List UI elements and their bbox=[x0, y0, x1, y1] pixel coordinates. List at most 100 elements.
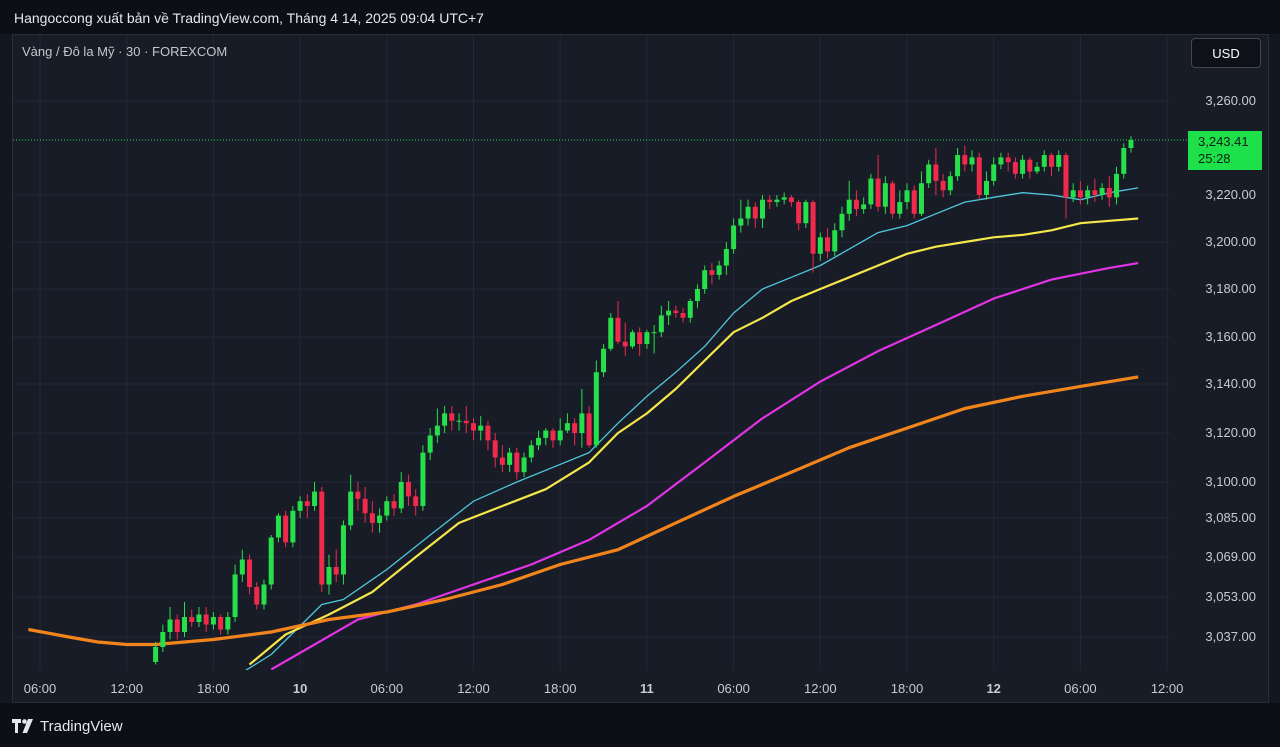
candle-body bbox=[593, 372, 599, 446]
candle bbox=[543, 428, 549, 446]
candle-body bbox=[189, 617, 195, 622]
last-price-value: 3,243.41 bbox=[1198, 134, 1249, 149]
price-axis-label: 3,037.00 bbox=[1205, 629, 1256, 644]
candle bbox=[839, 206, 845, 238]
candle bbox=[557, 418, 563, 446]
candle bbox=[608, 313, 614, 352]
candle-body bbox=[312, 491, 318, 506]
candle-body bbox=[449, 413, 455, 421]
time-axis-label: 06:00 bbox=[717, 681, 750, 696]
candle bbox=[694, 284, 700, 309]
candle-body bbox=[218, 617, 224, 630]
candle-body bbox=[398, 482, 404, 509]
candle-body bbox=[362, 498, 368, 514]
candle-body bbox=[369, 513, 375, 523]
candle-body bbox=[615, 317, 621, 342]
candle bbox=[998, 152, 1004, 170]
candle-body bbox=[182, 617, 187, 632]
candle-body bbox=[1005, 157, 1011, 163]
time-axis[interactable]: 06:00 12:00 18:00 10 06:00 12:00 18:00 11 06:00 1… bbox=[24, 681, 1184, 696]
candle-body bbox=[557, 430, 563, 441]
candle-body bbox=[391, 501, 397, 509]
bar-countdown: 25:28 bbox=[1198, 151, 1231, 166]
candle-body bbox=[1049, 155, 1054, 167]
candle bbox=[304, 494, 310, 518]
candle bbox=[933, 148, 939, 195]
candle-body bbox=[658, 315, 664, 333]
candle bbox=[926, 159, 932, 188]
candle bbox=[319, 486, 325, 592]
candle bbox=[196, 607, 202, 627]
candle-body bbox=[680, 313, 686, 318]
candle bbox=[673, 305, 679, 318]
candle bbox=[1063, 152, 1069, 219]
candle bbox=[991, 157, 997, 186]
candle bbox=[651, 325, 657, 354]
candle-body bbox=[290, 510, 296, 543]
candle bbox=[384, 496, 390, 521]
candle bbox=[738, 199, 744, 233]
price-axis-label: 3,180.00 bbox=[1205, 281, 1256, 296]
candle-body bbox=[225, 617, 231, 630]
candle bbox=[239, 549, 245, 582]
candle bbox=[449, 406, 455, 431]
candle-body bbox=[760, 199, 765, 219]
time-axis-label: 12:00 bbox=[457, 681, 490, 696]
candle bbox=[1034, 162, 1040, 174]
candle bbox=[261, 579, 267, 610]
candle bbox=[369, 501, 375, 533]
candle-body bbox=[239, 559, 245, 575]
candle-body bbox=[160, 632, 166, 647]
price-axis-label: 3,069.00 bbox=[1205, 549, 1256, 564]
candle bbox=[1077, 180, 1083, 205]
candle bbox=[528, 440, 534, 463]
candle bbox=[478, 415, 484, 441]
candle bbox=[340, 520, 346, 585]
price-chart[interactable]: 3,260.00 3,220.00 3,200.00 3,180.00 3,160.00… bbox=[0, 0, 1280, 747]
candle bbox=[232, 564, 238, 622]
candle-body bbox=[644, 332, 650, 345]
candle bbox=[745, 199, 751, 226]
candle bbox=[355, 482, 361, 511]
candle-body bbox=[210, 617, 216, 625]
candle-body bbox=[1063, 155, 1069, 198]
candle bbox=[225, 612, 231, 635]
candle bbox=[709, 263, 715, 285]
candle bbox=[658, 305, 664, 337]
price-axis-label: 3,260.00 bbox=[1205, 93, 1256, 108]
candle-body bbox=[745, 206, 751, 219]
candle bbox=[348, 474, 354, 531]
candle bbox=[507, 447, 513, 473]
candle-body bbox=[933, 164, 939, 181]
time-axis-label: 18:00 bbox=[544, 681, 577, 696]
candle bbox=[492, 433, 498, 468]
price-axis[interactable]: 3,260.00 3,220.00 3,200.00 3,180.00 3,160.00… bbox=[1205, 93, 1256, 644]
candle-body bbox=[666, 310, 672, 316]
candle-body bbox=[507, 452, 513, 465]
symbol-label[interactable]: Vàng / Đô la Mỹ · 30 · FOREXCOM bbox=[22, 44, 227, 59]
candle bbox=[442, 406, 448, 433]
candle-body bbox=[803, 202, 809, 224]
currency-button[interactable]: USD bbox=[1191, 38, 1261, 68]
candle-body bbox=[413, 496, 419, 506]
candle-body bbox=[752, 206, 758, 219]
candle-body bbox=[738, 218, 744, 226]
candle bbox=[846, 180, 852, 221]
candle bbox=[781, 192, 787, 205]
candle bbox=[586, 406, 592, 448]
candle-body bbox=[232, 574, 238, 617]
candle bbox=[189, 609, 195, 627]
candle bbox=[362, 486, 368, 523]
candle bbox=[1106, 176, 1112, 207]
candle-body bbox=[268, 537, 274, 585]
candle bbox=[1121, 143, 1127, 179]
candle-body bbox=[861, 204, 867, 210]
candle bbox=[297, 496, 303, 518]
tradingview-logo[interactable]: TradingView bbox=[12, 716, 123, 736]
time-axis-label: 12 bbox=[986, 681, 1000, 696]
candle bbox=[485, 420, 491, 451]
candle bbox=[1099, 183, 1105, 200]
candle-body bbox=[637, 332, 643, 345]
candle-body bbox=[868, 178, 874, 205]
time-axis-label: 12:00 bbox=[804, 681, 837, 696]
